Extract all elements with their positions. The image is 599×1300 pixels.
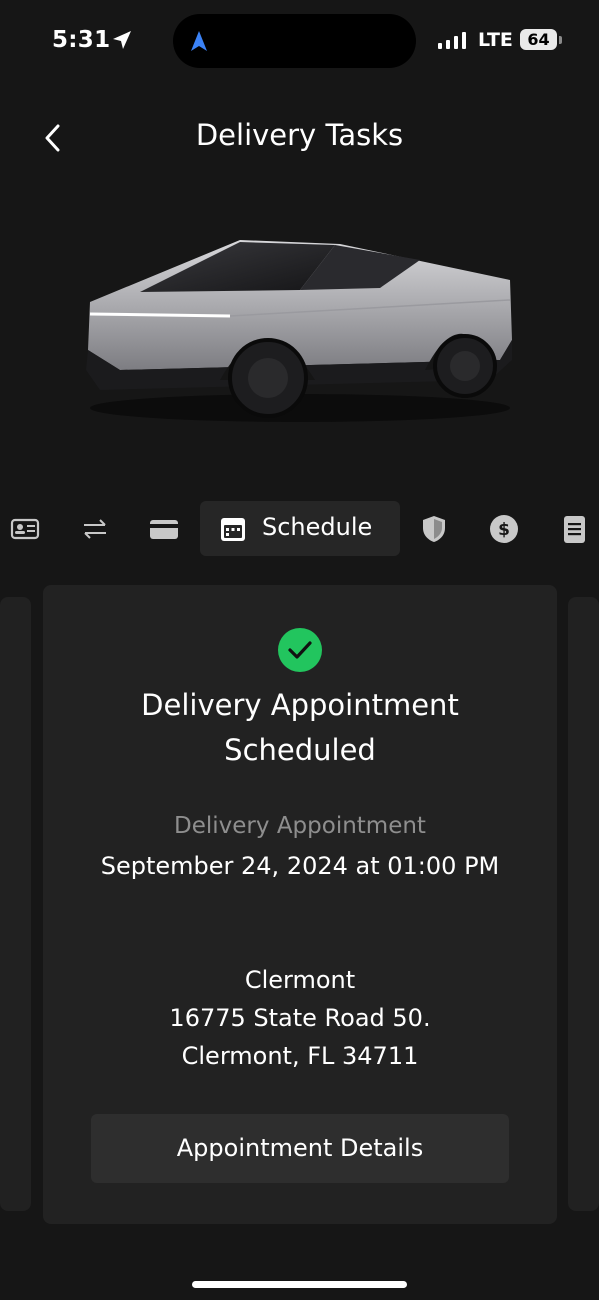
calendar-icon (221, 518, 245, 541)
location-block: Clermont 16775 State Road 50. Clermont, … (43, 961, 557, 1075)
status-time: 5:31 (52, 27, 111, 53)
tab-schedule[interactable]: Schedule (200, 501, 400, 556)
shield-icon[interactable] (418, 513, 450, 545)
navigation-icon (191, 31, 207, 51)
card-title-line2: Scheduled (224, 733, 376, 767)
battery-icon: 64 (520, 29, 557, 50)
location-arrow-icon (113, 31, 131, 49)
appointment-card: Delivery Appointment Scheduled Delivery … (43, 585, 557, 1224)
location-name: Clermont (244, 966, 356, 994)
signal-icon (438, 32, 466, 49)
dollar-icon[interactable]: $ (488, 513, 520, 545)
tab-schedule-label: Schedule (262, 513, 373, 541)
battery-nub (559, 36, 562, 44)
id-card-icon[interactable] (9, 513, 41, 545)
address-line-2: Clermont, FL 34711 (181, 1042, 419, 1070)
appointment-date: September 24, 2024 at 01:00 PM (100, 852, 500, 880)
previous-card[interactable] (0, 597, 31, 1211)
home-indicator[interactable] (192, 1281, 407, 1288)
appointment-details-button[interactable]: Appointment Details (91, 1114, 509, 1183)
network-label: LTE (478, 29, 513, 51)
payment-card-icon[interactable] (148, 513, 180, 545)
next-card[interactable] (568, 597, 599, 1211)
page-title: Delivery Tasks (195, 118, 404, 152)
appointment-label: Delivery Appointment (174, 813, 426, 839)
dynamic-island (173, 14, 416, 68)
document-icon[interactable] (558, 513, 590, 545)
vehicle-image (86, 240, 512, 422)
check-circle-icon (278, 628, 322, 672)
transfer-icon[interactable] (79, 513, 111, 545)
svg-text:$: $ (498, 520, 510, 540)
card-title: Delivery Appointment Scheduled (63, 683, 537, 773)
address-line-1: 16775 State Road 50. (169, 1004, 431, 1032)
card-title-line1: Delivery Appointment (141, 688, 459, 722)
